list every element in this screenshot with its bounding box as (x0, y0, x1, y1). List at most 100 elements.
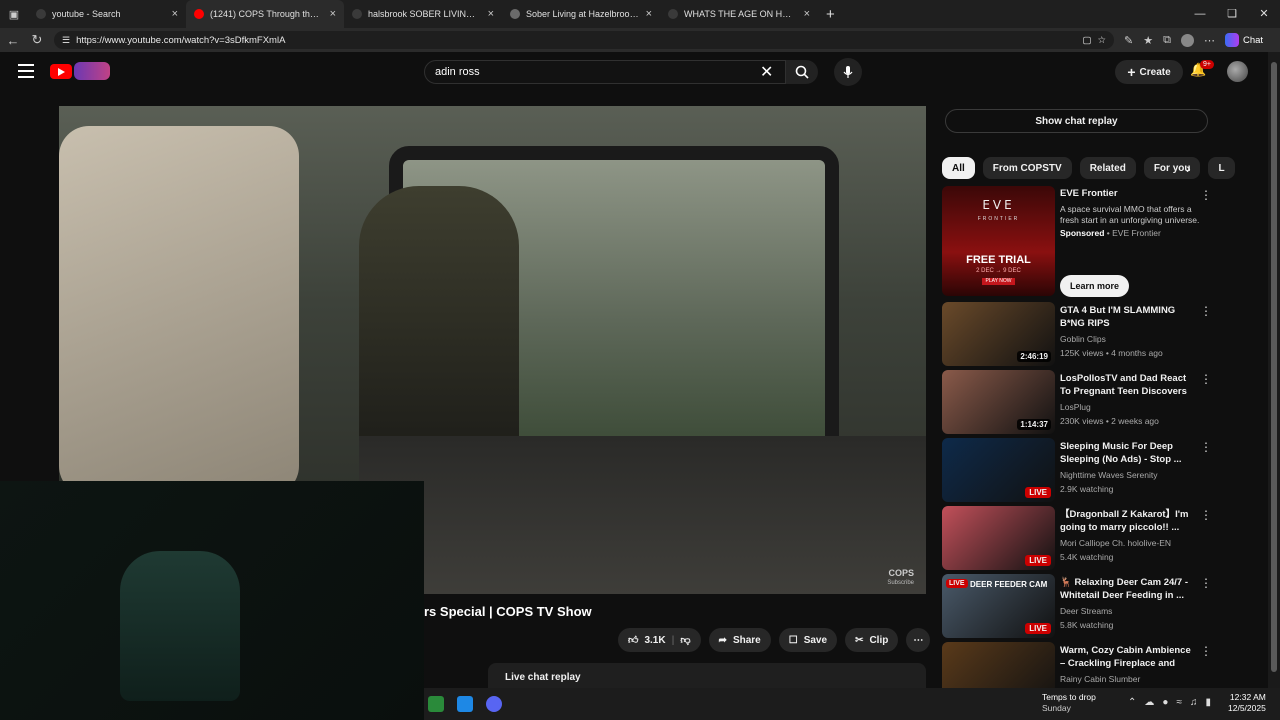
profile-icon[interactable] (1180, 33, 1194, 47)
close-tab-icon[interactable]: × (804, 8, 810, 20)
more-vertical-icon[interactable]: ⋮ (1200, 644, 1212, 658)
favorites-icon[interactable]: ★ (1143, 34, 1153, 47)
wifi-icon[interactable]: ≈ (1176, 697, 1182, 708)
filter-chip[interactable]: For you (1143, 157, 1201, 179)
close-tab-icon[interactable]: × (172, 8, 178, 20)
recommendation-thumbnail[interactable]: LIVE (942, 506, 1055, 570)
recommendation-thumbnail[interactable]: LIVE (942, 438, 1055, 502)
copilot-chat-button[interactable]: Chat (1224, 33, 1263, 47)
filter-chip[interactable]: All (942, 157, 975, 179)
taskbar-app-icon-1[interactable] (428, 696, 444, 712)
recommendation-title[interactable]: Warm, Cozy Cabin Ambience – Crackling Fi… (1060, 644, 1198, 670)
save-button[interactable]: ☐ Save (778, 628, 838, 652)
recommendation-title[interactable]: GTA 4 But I'M SLAMMING B*NG RIPS (1060, 304, 1198, 330)
filter-chip[interactable]: Related (1079, 157, 1136, 179)
recommendation-title[interactable]: 【Dragonball Z Kakarot】I'm going to marry… (1060, 508, 1198, 534)
search-button[interactable] (786, 60, 818, 84)
back-icon[interactable]: ← (6, 33, 20, 48)
menu-icon[interactable] (18, 64, 34, 78)
recommendations-list: EVE FRONTIER FREE TRIAL 2 DEC → 9 DEC PL… (942, 186, 1212, 710)
close-tab-icon[interactable]: × (646, 8, 652, 20)
browser-tab[interactable]: WHATS THE AGE ON HOTWHEELS × (660, 0, 818, 28)
ad-title[interactable]: EVE Frontier (1060, 188, 1118, 199)
ad-thumbnail[interactable]: EVE FRONTIER FREE TRIAL 2 DEC → 9 DEC PL… (942, 186, 1055, 296)
recommendation-title[interactable]: 🦌 Relaxing Deer Cam 24/7 - Whitetail Dee… (1060, 576, 1198, 602)
tab-actions-icon[interactable]: ▣ (0, 8, 28, 21)
more-vertical-icon[interactable]: ⋮ (1200, 508, 1212, 522)
new-tab-button[interactable]: + (826, 6, 835, 23)
minimize-button[interactable]: — (1184, 0, 1216, 28)
taskbar-app-icon-2[interactable] (457, 696, 473, 712)
recommendation-title[interactable]: LosPollosTV and Dad React To Pregnant Te… (1060, 372, 1198, 398)
recommendation-channel[interactable]: LosPlug (1060, 402, 1091, 412)
site-info-icon[interactable]: ☰ (62, 35, 70, 46)
mic-tray-icon[interactable]: ● (1162, 697, 1168, 708)
reader-icon[interactable]: ▢ (1082, 35, 1091, 46)
close-tab-icon[interactable]: × (488, 8, 494, 20)
collections-icon[interactable]: ⧉ (1163, 34, 1171, 47)
channel-watermark[interactable]: COPS (888, 568, 914, 578)
more-icon[interactable]: ⋯ (1204, 34, 1215, 47)
discord-icon[interactable] (486, 696, 502, 712)
recommendation-item[interactable]: LIVE Sleeping Music For Deep Sleeping (No… (942, 438, 1212, 506)
more-vertical-icon[interactable]: ⋮ (1200, 304, 1212, 318)
recommendation-title[interactable]: Sleeping Music For Deep Sleeping (No Ads… (1060, 440, 1198, 466)
search-input[interactable]: adin ross (424, 60, 786, 84)
chevron-up-icon[interactable]: ⌃ (1128, 697, 1136, 708)
voice-search-button[interactable] (834, 58, 862, 86)
more-actions-button[interactable]: ⋯ (906, 628, 931, 652)
show-chat-replay-button[interactable]: Show chat replay (945, 109, 1208, 133)
filter-chip[interactable]: L (1208, 157, 1235, 179)
clip-button[interactable]: ✂ Clip (845, 628, 899, 652)
recommendation-channel[interactable]: Mori Calliope Ch. hololive-EN (1060, 538, 1171, 548)
recommendation-channel[interactable]: Rainy Cabin Slumber (1060, 674, 1140, 684)
notifications-badge: 9+ (1200, 60, 1214, 69)
weather-widget[interactable]: Temps to drop Sunday (1042, 692, 1096, 714)
browser-tab[interactable]: halsbrook SOBER LIVING - Search × (344, 0, 502, 28)
more-vertical-icon[interactable]: ⋮ (1200, 576, 1212, 590)
close-window-button[interactable]: ✕ (1248, 0, 1280, 28)
browser-tab[interactable]: youtube - Search × (28, 0, 186, 28)
recommendation-item[interactable]: LIVE DEER FEEDER CAM LIVE 🦌 Relaxing Deer C… (942, 574, 1212, 642)
share-button[interactable]: ➦ Share (708, 628, 771, 652)
browser-tab[interactable]: Sober Living at Hazelbrook Recovery × (502, 0, 660, 28)
like-button[interactable]: 👍︎ 3.1K | 👎︎ (618, 628, 701, 652)
create-button[interactable]: + Create (1115, 60, 1183, 84)
chevron-right-icon[interactable]: › (1186, 160, 1191, 176)
recommendation-item[interactable]: 1:14:37 LosPollosTV and Dad React To Preg… (942, 370, 1212, 438)
ad-more-icon[interactable]: ⋮ (1200, 188, 1212, 202)
recommendation-channel[interactable]: Deer Streams (1060, 606, 1112, 616)
thumbs-down-icon[interactable]: 👎︎ (680, 634, 690, 646)
extensions-icon[interactable]: ✎ (1124, 34, 1133, 47)
filter-chip[interactable]: From COPSTV (982, 157, 1072, 179)
live-chat-replay-panel[interactable]: Live chat replay (488, 663, 926, 689)
sponsored-ad[interactable]: EVE FRONTIER FREE TRIAL 2 DEC → 9 DEC PL… (942, 186, 1212, 302)
cloud-icon[interactable]: ☁ (1144, 697, 1154, 708)
avatar[interactable] (1227, 61, 1248, 82)
restore-button[interactable]: ❑ (1216, 0, 1248, 28)
close-tab-icon[interactable]: × (330, 8, 336, 20)
page-scrollbar[interactable] (1268, 52, 1280, 688)
more-vertical-icon[interactable]: ⋮ (1200, 440, 1212, 454)
recommendation-channel[interactable]: Nighttime Waves Serenity (1060, 470, 1157, 480)
youtube-logo[interactable] (50, 64, 72, 79)
recommendation-channel[interactable]: Goblin Clips (1060, 334, 1106, 344)
more-vertical-icon[interactable]: ⋮ (1200, 372, 1212, 386)
url-field[interactable]: ☰ https://www.youtube.com/watch?v=3sDfkm… (54, 31, 1114, 49)
recommendation-item[interactable]: 2:46:19 GTA 4 But I'M SLAMMING B*NG RIPS G… (942, 302, 1212, 370)
recommendation-item[interactable]: LIVE 【Dragonball Z Kakarot】I'm going to m… (942, 506, 1212, 574)
system-clock[interactable]: 12:32 AM 12/5/2025 (1228, 692, 1266, 714)
recommendation-thumbnail[interactable]: 2:46:19 (942, 302, 1055, 366)
clear-search-icon[interactable]: ✕ (760, 62, 773, 82)
scrollbar-thumb[interactable] (1271, 62, 1277, 672)
watermark-subscribe[interactable]: Subscribe (887, 580, 914, 586)
learn-more-button[interactable]: Learn more (1060, 275, 1129, 297)
refresh-icon[interactable]: ↻ (30, 32, 44, 48)
battery-icon[interactable]: ▮ (1205, 697, 1211, 708)
browser-tab[interactable]: (1241) COPS Through the Years × (186, 0, 344, 28)
youtube-doodle-icon[interactable] (74, 62, 110, 80)
favorite-star-icon[interactable]: ☆ (1097, 35, 1106, 46)
recommendation-thumbnail[interactable]: 1:14:37 (942, 370, 1055, 434)
volume-icon[interactable]: ♫ (1190, 697, 1198, 708)
recommendation-thumbnail[interactable]: LIVE DEER FEEDER CAM LIVE (942, 574, 1055, 638)
